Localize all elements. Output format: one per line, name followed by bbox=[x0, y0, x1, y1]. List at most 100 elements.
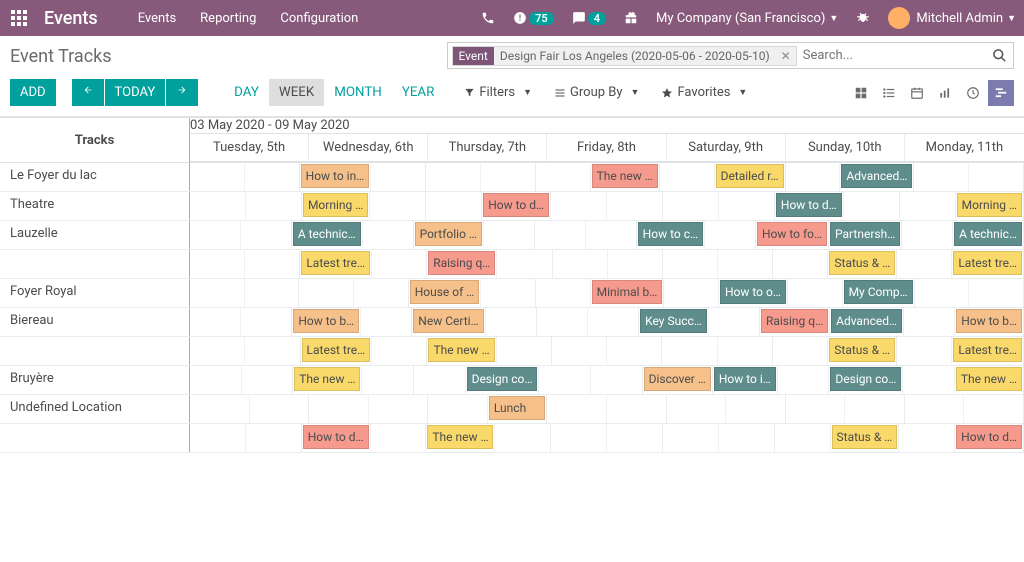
event-pill[interactable]: Advanced… bbox=[841, 164, 912, 188]
prev-button[interactable] bbox=[72, 79, 104, 106]
event-pill[interactable]: How to b… bbox=[293, 309, 359, 333]
facet-remove-icon[interactable]: ✕ bbox=[776, 49, 796, 63]
track-label: Theatre bbox=[0, 192, 190, 220]
app-brand[interactable]: Events bbox=[44, 8, 98, 29]
track-label: Le Foyer du lac bbox=[0, 163, 190, 191]
search-facet: Event Design Fair Los Angeles (2020-05-0… bbox=[452, 46, 797, 66]
event-pill[interactable]: Key Succ… bbox=[640, 309, 707, 333]
main-menu: Events Reporting Configuration bbox=[138, 11, 359, 26]
event-pill[interactable]: Latest tre… bbox=[953, 338, 1022, 362]
event-pill[interactable]: How to fo… bbox=[757, 222, 827, 246]
favorites-dropdown[interactable]: Favorites▼ bbox=[661, 85, 747, 100]
facet-key: Event bbox=[453, 47, 494, 65]
event-pill[interactable]: Latest tre… bbox=[301, 251, 370, 275]
track-row: Undefined LocationLunch bbox=[0, 395, 1024, 424]
event-pill[interactable]: Advanced… bbox=[831, 309, 902, 333]
view-calendar-icon[interactable] bbox=[904, 80, 930, 106]
track-label bbox=[0, 250, 190, 278]
view-activity-icon[interactable] bbox=[960, 80, 986, 106]
event-pill[interactable]: New Certi… bbox=[413, 309, 483, 333]
event-pill[interactable]: Lunch bbox=[489, 396, 546, 420]
track-row: Biereau How to b… New Certi… Key Succ… Raisi… bbox=[0, 308, 1024, 337]
groupby-dropdown[interactable]: Group By▼ bbox=[554, 85, 639, 100]
date-range: 03 May 2020 - 09 May 2020 bbox=[190, 118, 1024, 134]
event-pill[interactable]: The new … bbox=[294, 367, 360, 391]
event-pill[interactable]: Morning … bbox=[957, 193, 1022, 217]
menu-events[interactable]: Events bbox=[138, 11, 176, 26]
view-switcher bbox=[848, 80, 1014, 106]
event-pill[interactable]: The new … bbox=[427, 425, 493, 449]
day-header: Monday, 11th bbox=[905, 134, 1024, 162]
activity-icon[interactable]: 75 bbox=[513, 11, 554, 25]
event-pill[interactable]: Minimal b… bbox=[592, 280, 663, 304]
next-button[interactable] bbox=[166, 79, 198, 106]
event-pill[interactable]: Design co… bbox=[830, 367, 901, 391]
event-pill[interactable]: How to o… bbox=[720, 280, 786, 304]
event-pill[interactable]: The new … bbox=[428, 338, 494, 362]
event-pill[interactable]: A technic… bbox=[293, 222, 361, 246]
period-day[interactable]: DAY bbox=[224, 79, 269, 106]
view-graph-icon[interactable] bbox=[932, 80, 958, 106]
messages-icon[interactable]: 4 bbox=[572, 11, 606, 25]
event-pill[interactable]: How to i… bbox=[714, 367, 776, 391]
event-pill[interactable]: The new … bbox=[956, 367, 1022, 391]
event-pill[interactable]: How to d… bbox=[956, 425, 1022, 449]
gift-icon[interactable] bbox=[624, 11, 638, 25]
event-pill[interactable]: Discover … bbox=[644, 367, 711, 391]
event-pill[interactable]: How to b… bbox=[956, 309, 1022, 333]
view-list-icon[interactable] bbox=[876, 80, 902, 106]
event-pill[interactable]: Portfolio … bbox=[415, 222, 482, 246]
track-label: Biereau bbox=[0, 308, 190, 336]
activity-badge: 75 bbox=[529, 12, 554, 25]
track-label: Lauzelle bbox=[0, 221, 190, 249]
search-input[interactable] bbox=[797, 45, 1009, 66]
search-icon[interactable] bbox=[992, 48, 1007, 63]
filters-dropdown[interactable]: Filters▼ bbox=[464, 85, 532, 100]
event-pill[interactable]: How to d… bbox=[303, 425, 369, 449]
event-pill[interactable]: The new … bbox=[592, 164, 658, 188]
company-switcher[interactable]: My Company (San Francisco)▼ bbox=[656, 11, 838, 26]
control-panel: ADD TODAY DAY WEEK MONTH YEAR Filters▼ G… bbox=[0, 73, 1024, 117]
event-pill[interactable]: Raising q… bbox=[761, 309, 828, 333]
event-pill[interactable]: How to d… bbox=[483, 193, 549, 217]
topnav: Events Events Reporting Configuration 75… bbox=[0, 0, 1024, 36]
period-buttons: DAY WEEK MONTH YEAR bbox=[224, 79, 444, 106]
event-pill[interactable]: Status & … bbox=[829, 338, 895, 362]
today-button[interactable]: TODAY bbox=[105, 79, 166, 106]
view-kanban-icon[interactable] bbox=[848, 80, 874, 106]
period-year[interactable]: YEAR bbox=[392, 79, 445, 106]
subheader: Event Tracks Event Design Fair Los Angel… bbox=[0, 36, 1024, 73]
view-gantt-icon[interactable] bbox=[988, 80, 1014, 106]
event-pill[interactable]: A technic… bbox=[954, 222, 1022, 246]
event-pill[interactable]: Detailed r… bbox=[716, 164, 784, 188]
event-pill[interactable]: Morning … bbox=[303, 193, 368, 217]
event-pill[interactable]: How to in… bbox=[301, 164, 370, 188]
user-name: Mitchell Admin bbox=[916, 11, 1003, 26]
event-pill[interactable]: My Comp… bbox=[844, 280, 913, 304]
apps-icon[interactable] bbox=[8, 7, 30, 29]
event-pill[interactable]: Status & … bbox=[829, 251, 895, 275]
breadcrumb[interactable]: Event Tracks bbox=[10, 42, 447, 67]
track-row: Latest tre… Raising q… Status & … Latest tr… bbox=[0, 250, 1024, 279]
event-pill[interactable]: Partnersh… bbox=[830, 222, 900, 246]
event-pill[interactable]: Design co… bbox=[467, 367, 538, 391]
event-pill[interactable]: Latest tre… bbox=[953, 251, 1022, 275]
add-button[interactable]: ADD bbox=[10, 79, 56, 106]
event-pill[interactable]: Status & … bbox=[832, 425, 898, 449]
track-label: Foyer Royal bbox=[0, 279, 190, 307]
day-header: Tuesday, 5th bbox=[190, 134, 309, 162]
phone-icon[interactable] bbox=[481, 11, 495, 25]
date-nav: TODAY bbox=[72, 79, 199, 106]
menu-reporting[interactable]: Reporting bbox=[200, 11, 256, 26]
event-pill[interactable]: How to d… bbox=[776, 193, 842, 217]
period-week[interactable]: WEEK bbox=[269, 79, 324, 106]
search-box[interactable]: Event Design Fair Los Angeles (2020-05-0… bbox=[447, 42, 1014, 69]
debug-icon[interactable] bbox=[856, 11, 870, 25]
event-pill[interactable]: Latest tre… bbox=[302, 338, 371, 362]
menu-configuration[interactable]: Configuration bbox=[280, 11, 358, 26]
event-pill[interactable]: Raising q… bbox=[428, 251, 495, 275]
period-month[interactable]: MONTH bbox=[324, 79, 392, 106]
event-pill[interactable]: House of … bbox=[410, 280, 480, 304]
user-menu[interactable]: Mitchell Admin▼ bbox=[888, 7, 1016, 29]
event-pill[interactable]: How to c… bbox=[638, 222, 703, 246]
